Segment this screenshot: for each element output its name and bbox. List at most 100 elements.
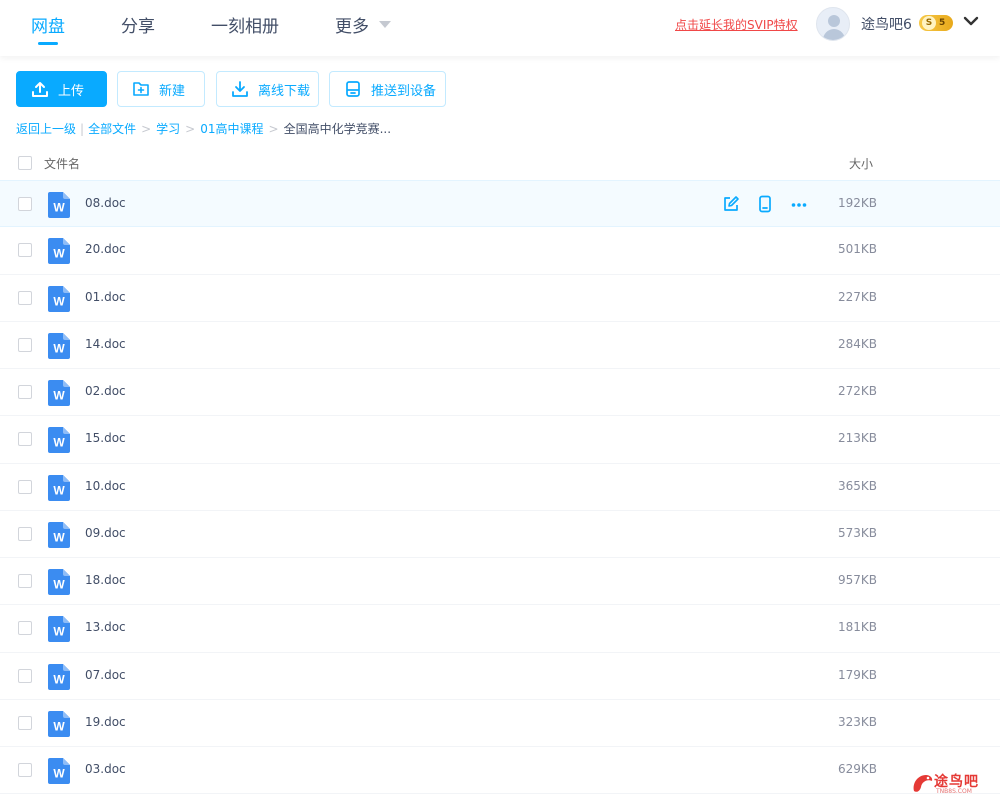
table-row[interactable]: W 18.doc 957KB — [0, 558, 1000, 606]
vip-level: 5 — [939, 18, 946, 28]
word-file-letter: W — [53, 578, 65, 592]
more-caret-icon[interactable] — [379, 21, 391, 28]
file-size: 501KB — [837, 242, 877, 257]
push-device-icon[interactable] — [756, 195, 774, 213]
file-name[interactable]: 18.doc — [85, 573, 126, 587]
word-file-icon: W — [48, 427, 70, 454]
file-name[interactable]: 19.doc — [85, 715, 126, 729]
table-row[interactable]: W 08.doc 192KB — [0, 180, 1000, 228]
table-row[interactable]: W 10.doc 365KB — [0, 464, 1000, 511]
push-device-label: 推送到设备 — [371, 83, 437, 99]
row-checkbox[interactable] — [18, 479, 32, 494]
file-size: 284KB — [837, 336, 877, 351]
tab-netdisk[interactable]: 网盘 — [31, 12, 65, 37]
file-size: 272KB — [837, 384, 877, 398]
device-icon — [346, 81, 360, 97]
file-size: 227KB — [837, 289, 877, 304]
column-header-name[interactable]: 文件名 — [44, 155, 80, 172]
table-row[interactable]: W 13.doc 181KB — [0, 605, 1000, 653]
chevron-down-icon[interactable] — [962, 12, 980, 30]
file-name[interactable]: 01.doc — [85, 290, 126, 304]
file-name[interactable]: 09.doc — [85, 526, 126, 540]
table-row[interactable]: W 15.doc 213KB — [0, 416, 1000, 464]
vip-badge-letter: S — [922, 16, 936, 30]
push-to-device-button[interactable]: 推送到设备 — [329, 71, 446, 107]
row-checkbox[interactable] — [18, 385, 32, 399]
word-file-letter: W — [53, 530, 65, 544]
file-size: 213KB — [837, 431, 877, 446]
word-file-letter: W — [53, 719, 65, 733]
download-icon — [232, 81, 248, 97]
table-row[interactable]: W 14.doc 284KB — [0, 322, 1000, 369]
table-row[interactable]: W 20.doc 501KB — [0, 227, 1000, 275]
bird-logo-icon — [913, 775, 933, 792]
file-name[interactable]: 13.doc — [85, 620, 126, 634]
file-size: 573KB — [837, 525, 877, 540]
edit-icon[interactable] — [722, 195, 740, 213]
row-checkbox[interactable] — [18, 197, 32, 211]
file-name[interactable]: 07.doc — [85, 668, 126, 682]
word-file-icon: W — [48, 332, 70, 359]
word-file-icon: W — [48, 238, 70, 265]
row-checkbox[interactable] — [18, 715, 32, 730]
table-header: 文件名 大小 — [0, 147, 1000, 180]
upload-button[interactable]: 上传 — [16, 71, 107, 107]
tab-share[interactable]: 分享 — [121, 12, 155, 37]
word-file-letter: W — [53, 389, 65, 403]
word-file-letter: W — [53, 672, 65, 686]
row-actions — [722, 195, 808, 213]
row-checkbox[interactable] — [18, 526, 32, 541]
row-checkbox[interactable] — [18, 574, 32, 588]
offline-download-label: 离线下载 — [258, 83, 311, 99]
tab-more[interactable]: 更多 — [335, 12, 369, 37]
watermark-subtext: TNB8S.COM — [936, 788, 972, 795]
table-row[interactable]: W 02.doc 272KB — [0, 369, 1000, 417]
select-all-checkbox[interactable] — [18, 156, 32, 170]
breadcrumb-all-files[interactable]: 全部文件 — [88, 120, 136, 137]
table-row[interactable]: W 19.doc 323KB — [0, 700, 1000, 747]
more-options-icon[interactable] — [790, 195, 808, 213]
file-name[interactable]: 08.doc — [85, 196, 126, 210]
site-watermark-logo: 途鸟吧 TNB8S.COM — [910, 768, 996, 798]
word-file-letter: W — [53, 247, 65, 261]
new-folder-button[interactable]: 新建 — [117, 71, 205, 107]
breadcrumb: 返回上一级 | 全部文件 > 学习 > 01高中课程 > 全国高中化学竞赛... — [16, 120, 391, 137]
row-checkbox[interactable] — [18, 243, 32, 258]
file-name[interactable]: 15.doc — [85, 431, 126, 445]
table-row[interactable]: W 09.doc 573KB — [0, 511, 1000, 558]
word-file-letter: W — [53, 767, 65, 781]
file-size: 181KB — [837, 620, 877, 635]
breadcrumb-separator: > — [141, 121, 152, 136]
breadcrumb-divider: | — [80, 121, 85, 136]
table-row[interactable]: W 03.doc 629KB — [0, 747, 1000, 795]
file-size: 323KB — [837, 714, 877, 729]
row-checkbox[interactable] — [18, 290, 32, 305]
word-file-icon: W — [48, 569, 70, 595]
breadcrumb-back[interactable]: 返回上一级 — [16, 120, 76, 137]
row-checkbox[interactable] — [18, 432, 32, 447]
avatar[interactable] — [816, 7, 850, 41]
row-checkbox[interactable] — [18, 337, 32, 352]
file-name[interactable]: 20.doc — [85, 242, 126, 256]
username[interactable]: 途鸟吧6 — [861, 14, 912, 34]
tab-album[interactable]: 一刻相册 — [211, 12, 279, 37]
table-row[interactable]: W 07.doc 179KB — [0, 653, 1000, 700]
file-name[interactable]: 10.doc — [85, 479, 126, 493]
row-checkbox[interactable] — [18, 763, 32, 777]
file-name[interactable]: 14.doc — [85, 337, 126, 351]
word-file-letter: W — [53, 625, 65, 639]
word-file-letter: W — [53, 341, 65, 355]
row-checkbox[interactable] — [18, 621, 32, 636]
column-header-size[interactable]: 大小 — [849, 155, 873, 172]
vip-level-badge: S 5 — [919, 15, 953, 31]
breadcrumb-study[interactable]: 学习 — [156, 120, 180, 137]
file-name[interactable]: 02.doc — [85, 384, 126, 398]
word-file-icon: W — [48, 663, 70, 690]
row-checkbox[interactable] — [18, 668, 32, 683]
breadcrumb-course[interactable]: 01高中课程 — [200, 120, 263, 137]
svip-extend-link[interactable]: 点击延长我的SVIP特权 — [675, 16, 798, 33]
file-name[interactable]: 03.doc — [85, 762, 126, 776]
word-file-letter: W — [53, 294, 65, 308]
offline-download-button[interactable]: 离线下载 — [216, 71, 319, 107]
table-row[interactable]: W 01.doc 227KB — [0, 275, 1000, 322]
